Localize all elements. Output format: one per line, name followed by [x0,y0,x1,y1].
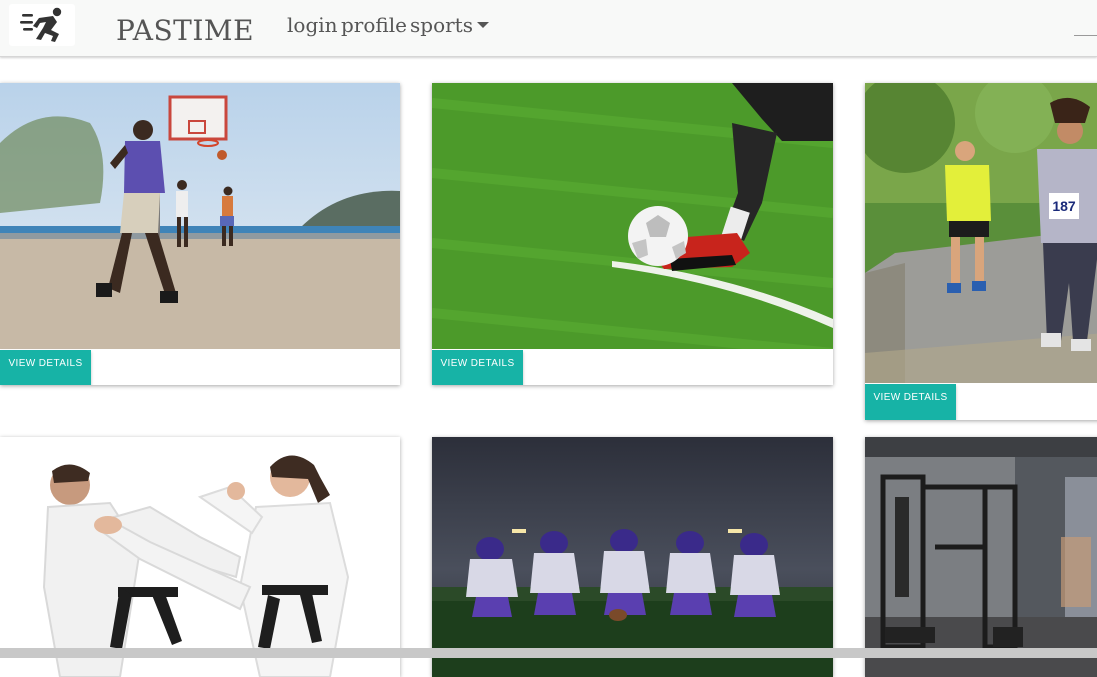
view-details-button[interactable]: VIEW DETAILS [432,350,523,385]
caret-down-icon[interactable] [477,22,489,28]
nav-sports-dropdown[interactable]: sports [410,13,473,37]
american-football-image [432,437,833,677]
nav-divider [1074,35,1097,36]
nav-login-link[interactable]: login [287,13,338,37]
basketball-image [0,83,400,349]
view-details-button[interactable]: VIEW DETAILS [865,384,956,420]
soccer-image [432,83,833,349]
running-person-icon [20,7,62,42]
gym-image [865,437,1097,677]
karate-image [0,437,400,677]
logo[interactable] [9,4,75,46]
running-image: 187 [865,83,1097,383]
view-details-button[interactable]: VIEW DETAILS [0,350,91,385]
race-bib-number: 187 [1052,198,1076,214]
brand-title[interactable]: PASTIME [116,14,254,47]
nav-profile-link[interactable]: profile [341,13,407,37]
sport-card-running: 187 VIEW DETAILS [865,83,1097,420]
sport-card-gym [865,437,1097,677]
navbar: PASTIME login profile sports [0,0,1097,57]
sport-card-american-football [432,437,833,677]
sport-card-soccer: VIEW DETAILS [432,83,833,385]
horizontal-scrollbar[interactable] [0,648,1097,658]
sport-card-basketball: VIEW DETAILS [0,83,400,385]
sport-card-karate [0,437,400,677]
